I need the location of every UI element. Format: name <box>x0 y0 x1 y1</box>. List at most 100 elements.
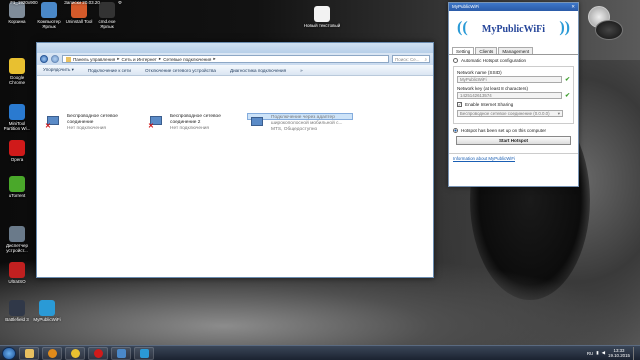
info-link[interactable]: Information about MyPublicWiFi <box>449 153 578 163</box>
desktop-icon-label: cmd.exe Ярлык <box>98 19 116 29</box>
desktop-icon[interactable]: Компьютер Ярлык <box>34 2 64 29</box>
desktop-icon[interactable]: MiniTool Partition Wi... <box>2 104 32 131</box>
desktop-icon-label: Диспетчер устройст... <box>5 243 28 253</box>
start-button[interactable] <box>2 346 16 360</box>
desktop-icon-label: Opera <box>10 157 24 162</box>
desktop-icon[interactable]: Uninstall Tool <box>64 2 94 24</box>
connection-item[interactable]: ✕ Беспроводное сетевое соединение 2 Нет п… <box>148 114 230 132</box>
address-path[interactable]: Панель управления ▸ Сеть и Интернет ▸ Сете… <box>62 55 389 63</box>
sharing-connection-select[interactable]: Беспроводное сетевое соединение (0.0.0.0… <box>457 110 563 117</box>
start-hotspot-button[interactable]: Start Hotspot <box>456 136 571 145</box>
desktop-icon[interactable]: Battlefield 3 <box>2 300 32 322</box>
address-part[interactable]: Панель управления <box>73 57 115 62</box>
wifi-waves-right-icon: )) <box>559 19 570 36</box>
wifi-waves-left-icon: (( <box>457 19 468 36</box>
app-icon <box>9 300 25 316</box>
disable-device-button[interactable]: Отключение сетевого устройства <box>145 68 216 73</box>
tab-clients[interactable]: Clients <box>475 47 498 54</box>
taskbar-explorer-button[interactable] <box>19 346 39 360</box>
desktop-icon-label: UltraISO <box>8 279 26 284</box>
network-icon <box>116 348 126 358</box>
desktop-icon-label: Google Chrome <box>8 75 25 85</box>
connections-list: ✕ Беспроводное сетевое соединение Нет под… <box>37 76 433 277</box>
network-connections-window[interactable]: Панель управления ▸ Сеть и Интернет ▸ Сете… <box>36 42 434 278</box>
taskbar-opera-button[interactable] <box>88 346 108 360</box>
check-icon: ✔ <box>564 92 570 99</box>
desktop-icon[interactable]: Корзина <box>2 2 32 24</box>
cpu-meter-gadget[interactable] <box>595 20 623 40</box>
check-icon: ✔ <box>564 76 570 83</box>
diagnose-button[interactable]: Диагностика подключения <box>230 68 286 73</box>
volume-icon[interactable]: ◀ <box>602 350 605 356</box>
tab-setting[interactable]: Setting <box>452 47 475 54</box>
command-bar: Упорядочить ▾ Подключение к сети Отключе… <box>37 65 433 76</box>
system-tray: RU ▮ ◀ 13:33 19.10.2015 <box>587 346 638 360</box>
mpw-banner: (( MyPublicWiFi )) <box>449 11 578 47</box>
clock[interactable]: 13:33 19.10.2015 <box>608 348 630 358</box>
mobile-broadband-icon <box>249 115 267 131</box>
address-bar: Панель управления ▸ Сеть и Интернет ▸ Сете… <box>37 53 433 65</box>
address-part[interactable]: Сетевые подключения <box>163 57 211 62</box>
network-key-field[interactable]: 1425142613574 <box>457 92 562 99</box>
app-icon <box>9 58 25 74</box>
desktop-icon[interactable]: Диспетчер устройст... <box>2 226 32 253</box>
desktop-icon-label: Компьютер Ярлык <box>37 19 61 29</box>
desktop-icon-label: Корзина <box>8 19 26 24</box>
connect-button[interactable]: Подключение к сети <box>88 68 131 73</box>
desktop-icon[interactable]: uTorrent <box>2 176 32 198</box>
mouse-cursor <box>159 139 165 147</box>
window-titlebar[interactable] <box>37 43 433 53</box>
taskbar-network-button[interactable] <box>111 346 131 360</box>
manual-radio[interactable] <box>453 128 458 133</box>
app-icon <box>9 226 25 242</box>
language-indicator[interactable]: RU <box>587 351 593 356</box>
desktop-icon[interactable]: UltraISO <box>2 262 32 284</box>
wifi-icon <box>139 348 149 358</box>
mypublicwifi-window[interactable]: MyPublicWiFi ✕ (( MyPublicWiFi )) Setting… <box>448 2 579 187</box>
desktop-top-label: Ф <box>118 0 122 5</box>
desktop-top-label: Новый текстовый <box>302 6 342 28</box>
app-icon <box>9 104 25 120</box>
search-input[interactable]: Поиск: Се... ⌕ <box>392 55 430 63</box>
desktop-icon[interactable]: cmd.exe Ярлык <box>92 2 122 29</box>
close-icon[interactable]: ✕ <box>571 4 575 10</box>
taskbar-wifi-button[interactable] <box>134 346 154 360</box>
sharing-checkbox[interactable]: ✓ <box>457 102 462 107</box>
desktop-icon-label: Battlefield 3 <box>5 317 29 322</box>
ssid-field[interactable]: MyPublicWiFi <box>457 76 562 83</box>
desktop-top-label: Записки 20.03.20 <box>64 0 100 5</box>
manual-group: Network name (SSID) MyPublicWiFi ✔ Networ… <box>453 66 574 124</box>
app-icon <box>9 176 25 192</box>
desktop-icon[interactable]: Opera <box>2 140 32 162</box>
forward-button[interactable] <box>51 55 59 63</box>
desktop-icon[interactable]: Google Chrome <box>2 58 32 85</box>
automatic-radio[interactable] <box>453 58 458 63</box>
opera-icon <box>93 348 103 358</box>
desktop-icon-label: MyPublicWiFi <box>33 317 61 322</box>
mpw-brand: MyPublicWiFi <box>481 23 546 35</box>
mpw-titlebar[interactable]: MyPublicWiFi ✕ <box>449 3 578 11</box>
taskbar: RU ▮ ◀ 13:33 19.10.2015 <box>0 345 640 360</box>
tab-management[interactable]: Management <box>498 47 534 54</box>
connection-item[interactable]: ✕ Беспроводное сетевое соединение Нет под… <box>45 114 127 132</box>
wireless-adapter-icon: ✕ <box>45 114 63 130</box>
connection-item-selected[interactable]: Подключение через адаптер широкополосной… <box>247 113 353 132</box>
desktop-icon[interactable]: MyPublicWiFi <box>32 300 62 322</box>
more-button[interactable]: » <box>300 68 303 73</box>
search-icon: ⌕ <box>424 56 427 62</box>
media-player-icon <box>47 348 57 358</box>
app-icon <box>39 300 55 316</box>
back-button[interactable] <box>40 55 48 63</box>
taskbar-media-button[interactable] <box>42 346 62 360</box>
show-desktop-button[interactable] <box>633 346 638 360</box>
taskbar-chrome-button[interactable] <box>65 346 85 360</box>
address-part[interactable]: Сеть и Интернет <box>122 57 157 62</box>
organize-button[interactable]: Упорядочить ▾ <box>43 67 74 73</box>
desktop-icon-label: uTorrent <box>8 193 26 198</box>
app-icon <box>9 140 25 156</box>
desktop-icon-label: Uninstall Tool <box>65 19 93 24</box>
chevron-down-icon: ▾ <box>557 111 560 116</box>
network-status-icon[interactable]: ▮ <box>596 350 598 356</box>
setting-pane: Automatic Hotspot configuration Network … <box>449 55 578 148</box>
app-icon <box>9 262 25 278</box>
